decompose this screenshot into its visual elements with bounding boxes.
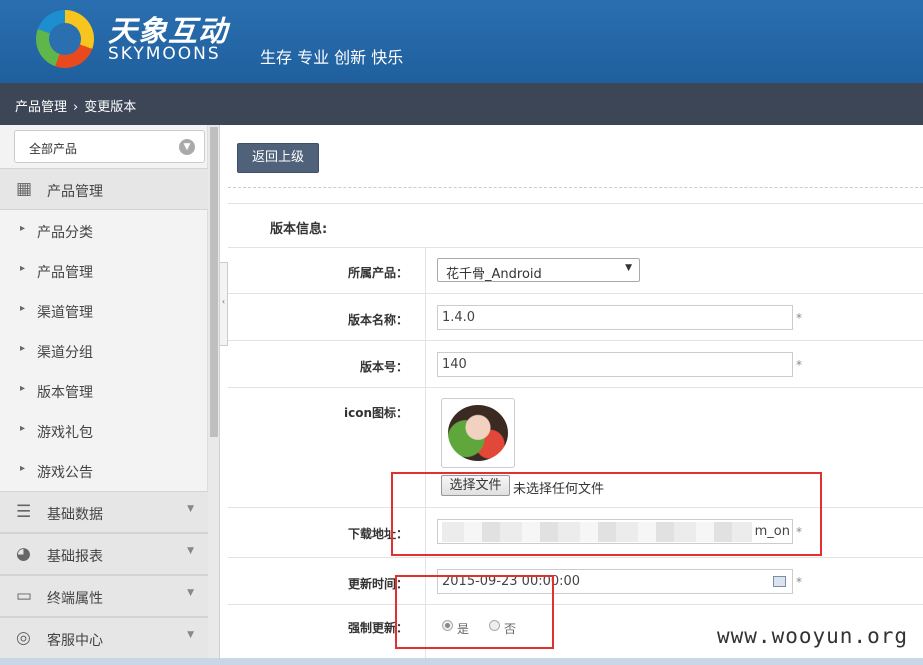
- product-select[interactable]: 花千骨_Android ▼: [437, 258, 640, 282]
- form-divider: [228, 387, 923, 388]
- headset-icon: ◎: [16, 628, 31, 648]
- sidebar-item-channel[interactable]: ▸ 渠道管理: [0, 291, 208, 331]
- required-mark: *: [796, 575, 802, 589]
- sidebar-item-channel-group[interactable]: ▸ 渠道分组: [0, 331, 208, 371]
- sidebar-group-label: 终端属性: [47, 591, 103, 607]
- highlight-box: [391, 472, 822, 556]
- section-title: 版本信息:: [270, 222, 328, 237]
- breadcrumb-chevron-icon: ›: [73, 100, 79, 115]
- sidebar-group-label: 基础报表: [47, 549, 103, 565]
- chevron-down-icon: ▼: [187, 546, 194, 556]
- scrollbar-thumb[interactable]: [210, 127, 218, 437]
- sidebar-item-notice[interactable]: ▸ 游戏公告: [0, 451, 208, 491]
- sidebar-item-label: 渠道管理: [37, 305, 93, 321]
- monitor-icon: ▭: [16, 586, 33, 606]
- force-update-label: 强制更新：: [347, 621, 408, 635]
- app-header: 天象互动 SKYMOONS 生存 专业 创新 快乐: [0, 0, 923, 83]
- divider: [228, 187, 923, 188]
- sidebar-group-label: 客服中心: [47, 633, 103, 649]
- chevron-down-icon: ▼: [179, 139, 195, 155]
- sidebar-item-label: 游戏公告: [37, 465, 93, 481]
- chevron-down-icon: ▼: [625, 263, 632, 273]
- sidebar-group-basic-report[interactable]: ◕ 基础报表 ▼: [0, 533, 208, 575]
- sidebar-item-label: 渠道分组: [37, 345, 93, 361]
- sidebar-item-version[interactable]: ▸ 版本管理: [0, 371, 208, 411]
- list-icon: ☰: [16, 502, 32, 522]
- brand-logo-icon: [36, 10, 94, 68]
- version-name-label: 版本名称：: [347, 313, 408, 327]
- sidebar-item-category[interactable]: ▸ 产品分类: [0, 211, 208, 251]
- icon-preview: [441, 398, 515, 468]
- form-divider: [228, 293, 923, 294]
- highlight-box: [395, 575, 554, 649]
- chevron-down-icon: ▼: [187, 630, 194, 640]
- sidebar-item-gift[interactable]: ▸ 游戏礼包: [0, 411, 208, 451]
- sidebar-scrollbar[interactable]: [208, 125, 220, 665]
- breadcrumb-parent[interactable]: 产品管理: [15, 100, 67, 115]
- breadcrumb: 产品管理 › 变更版本: [0, 83, 923, 125]
- form-divider: [228, 203, 923, 204]
- sidebar-item-label: 版本管理: [37, 385, 93, 401]
- sidebar-group-basic-data[interactable]: ☰ 基础数据 ▼: [0, 491, 208, 533]
- sidebar-group-label: 基础数据: [47, 507, 103, 523]
- form-divider: [228, 604, 923, 605]
- sidebar-group-terminal[interactable]: ▭ 终端属性 ▼: [0, 575, 208, 617]
- sidebar-item-product[interactable]: ▸ 产品管理: [0, 251, 208, 291]
- taskbar-strip: [0, 658, 923, 665]
- brand-slogan: 生存 专业 创新 快乐: [260, 48, 404, 67]
- pie-chart-icon: ◕: [16, 544, 31, 564]
- sidebar-item-label: 产品管理: [37, 265, 93, 281]
- sidebar-group-label: 产品管理: [47, 184, 103, 200]
- sidebar-item-label: 游戏礼包: [37, 425, 93, 441]
- product-label: 所属产品：: [347, 266, 408, 280]
- version-code-input[interactable]: 140: [437, 352, 793, 377]
- game-icon-image: [448, 405, 508, 461]
- bullet-icon: ▸: [20, 423, 26, 434]
- sidebar-collapse-handle[interactable]: ‹: [220, 262, 228, 346]
- bullet-icon: ▸: [20, 223, 26, 234]
- bullet-icon: ▸: [20, 303, 26, 314]
- brand-name-en: SKYMOONS: [108, 44, 221, 64]
- watermark: www.wooyun.org: [717, 624, 909, 648]
- version-name-input[interactable]: 1.4.0: [437, 305, 793, 330]
- icon-label: icon图标：: [343, 406, 408, 420]
- product-select-value: 花千骨_Android: [446, 267, 542, 282]
- required-mark: *: [796, 311, 802, 325]
- sidebar-group-product-manage[interactable]: ▦ 产品管理: [0, 168, 208, 210]
- bullet-icon: ▸: [20, 343, 26, 354]
- version-code-label: 版本号：: [359, 360, 408, 374]
- form-divider: [228, 340, 923, 341]
- update-time-label: 更新时间：: [347, 577, 408, 591]
- required-mark: *: [796, 358, 802, 372]
- chevron-down-icon: ▼: [187, 588, 194, 598]
- sidebar-group-service[interactable]: ◎ 客服中心 ▼: [0, 617, 208, 659]
- product-filter-select[interactable]: 全部产品 ▼: [14, 130, 205, 163]
- bullet-icon: ▸: [20, 463, 26, 474]
- product-filter-value: 全部产品: [29, 142, 78, 156]
- back-button[interactable]: 返回上级: [237, 143, 319, 173]
- breadcrumb-current: 变更版本: [84, 100, 137, 115]
- chevron-down-icon: ▼: [187, 504, 194, 514]
- form-divider: [228, 557, 923, 558]
- download-url-label: 下载地址：: [347, 527, 408, 541]
- grid-icon: ▦: [16, 179, 33, 199]
- bullet-icon: ▸: [20, 383, 26, 394]
- calendar-icon[interactable]: [773, 576, 786, 587]
- bullet-icon: ▸: [20, 263, 26, 274]
- sidebar-item-label: 产品分类: [37, 225, 93, 241]
